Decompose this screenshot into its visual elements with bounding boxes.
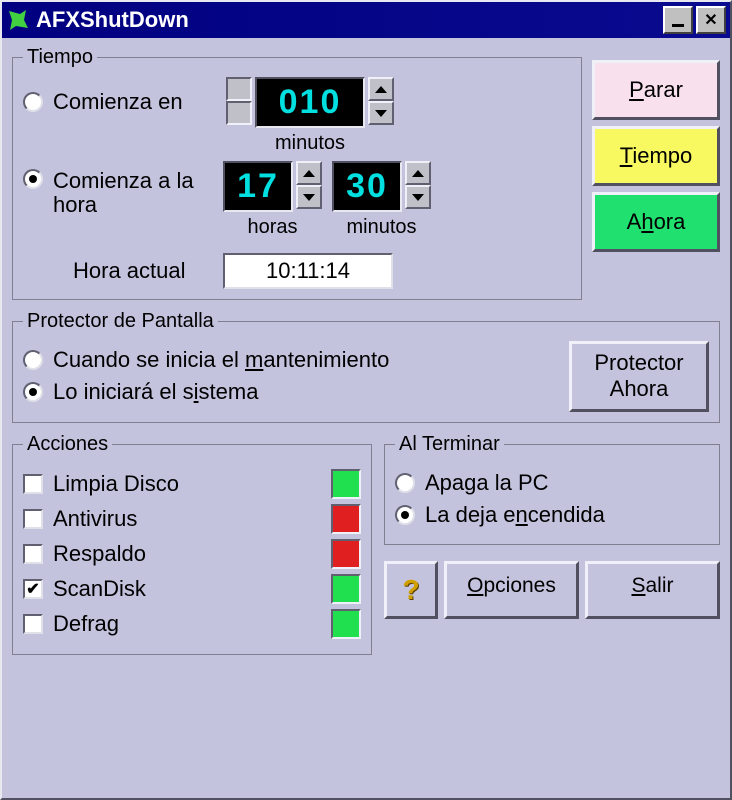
salir-button[interactable]: Salir	[585, 561, 720, 619]
opciones-button[interactable]: Opciones	[444, 561, 579, 619]
label-minutos-2: minutos	[346, 216, 416, 239]
acciones-group: Acciones Limpia Disco Antivirus Respaldo Sc…	[12, 433, 372, 655]
label-protector-opt2: Lo iniciará el sistema	[53, 379, 258, 405]
app-icon	[6, 8, 30, 32]
window-title: AFXShutDown	[36, 7, 660, 33]
accion-label: Respaldo	[53, 541, 146, 567]
label-minutos-1: minutos	[255, 132, 365, 155]
radio-comienza-hora[interactable]	[23, 169, 43, 189]
accion-row: Limpia Disco	[23, 469, 361, 499]
label-hora-actual: Hora actual	[73, 258, 186, 283]
accion-row: Defrag	[23, 609, 361, 639]
radio-comienza-en[interactable]	[23, 92, 43, 112]
accion-row: Antivirus	[23, 504, 361, 534]
close-button[interactable]: ✕	[696, 6, 726, 34]
terminar-group: Al Terminar Apaga la PC La deja encendid…	[384, 433, 720, 545]
label-comienza-en: Comienza en	[53, 89, 183, 115]
minimize-button[interactable]	[663, 6, 693, 34]
status-indicator	[331, 469, 361, 499]
hora-actual-value: 10:11:14	[223, 253, 393, 289]
terminar-legend: Al Terminar	[395, 433, 504, 456]
minutos-value: 30	[332, 161, 402, 212]
spinner-comienza-en[interactable]	[368, 77, 394, 125]
acciones-legend: Acciones	[23, 433, 112, 456]
radio-protector-sistema[interactable]	[23, 382, 43, 402]
tiempo-group: Tiempo Comienza en 010 minutos	[12, 46, 582, 300]
titlebar: AFXShutDown ✕	[2, 2, 730, 38]
radio-deja-encendida[interactable]	[395, 505, 415, 525]
accion-label: Defrag	[53, 611, 119, 637]
app-window: AFXShutDown ✕ Tiempo Comienza en	[0, 0, 732, 800]
spin-down-icon[interactable]	[368, 101, 394, 125]
label-protector-opt1: Cuando se inicia el mantenimiento	[53, 347, 389, 373]
checkbox-antivirus[interactable]	[23, 509, 43, 529]
status-indicator	[331, 574, 361, 604]
label-terminar-opt1: Apaga la PC	[425, 470, 549, 496]
accion-row: ScanDisk	[23, 574, 361, 604]
radio-apaga-pc[interactable]	[395, 473, 415, 493]
tiempo-legend: Tiempo	[23, 46, 97, 69]
horas-value: 17	[223, 161, 293, 212]
spin-down-icon[interactable]	[405, 185, 431, 209]
checkbox-limpia-disco[interactable]	[23, 474, 43, 494]
accion-row: Respaldo	[23, 539, 361, 569]
protector-ahora-button[interactable]: Protector Ahora	[569, 341, 709, 412]
parar-button[interactable]: Parar	[592, 60, 720, 120]
label-terminar-opt2: La deja encendida	[425, 502, 605, 528]
status-indicator	[331, 609, 361, 639]
help-button[interactable]: ?	[384, 561, 438, 619]
spin-up-icon[interactable]	[368, 77, 394, 101]
protector-group: Protector de Pantalla Cuando se inicia e…	[12, 310, 720, 423]
status-indicator	[331, 504, 361, 534]
ahora-button[interactable]: Ahora	[592, 192, 720, 252]
status-indicator	[331, 539, 361, 569]
accion-label: Limpia Disco	[53, 471, 179, 497]
spinner-horas[interactable]	[296, 161, 322, 212]
label-horas: horas	[247, 216, 297, 239]
accion-label: ScanDisk	[53, 576, 146, 602]
checkbox-respaldo[interactable]	[23, 544, 43, 564]
radio-protector-mantenimiento[interactable]	[23, 350, 43, 370]
accion-label: Antivirus	[53, 506, 137, 532]
spinner-left-deco	[226, 77, 252, 125]
spin-up-icon[interactable]	[405, 161, 431, 185]
comienza-en-value: 010	[255, 77, 365, 128]
label-comienza-hora: Comienza a la hora	[53, 169, 223, 217]
spin-down-icon[interactable]	[296, 185, 322, 209]
protector-legend: Protector de Pantalla	[23, 310, 218, 333]
checkbox-defrag[interactable]	[23, 614, 43, 634]
tiempo-button[interactable]: Tiempo	[592, 126, 720, 186]
checkbox-scandisk[interactable]	[23, 579, 43, 599]
side-buttons: Parar Tiempo Ahora	[592, 46, 720, 310]
help-icon: ?	[402, 574, 419, 605]
spin-up-icon[interactable]	[296, 161, 322, 185]
spinner-minutos[interactable]	[405, 161, 431, 212]
